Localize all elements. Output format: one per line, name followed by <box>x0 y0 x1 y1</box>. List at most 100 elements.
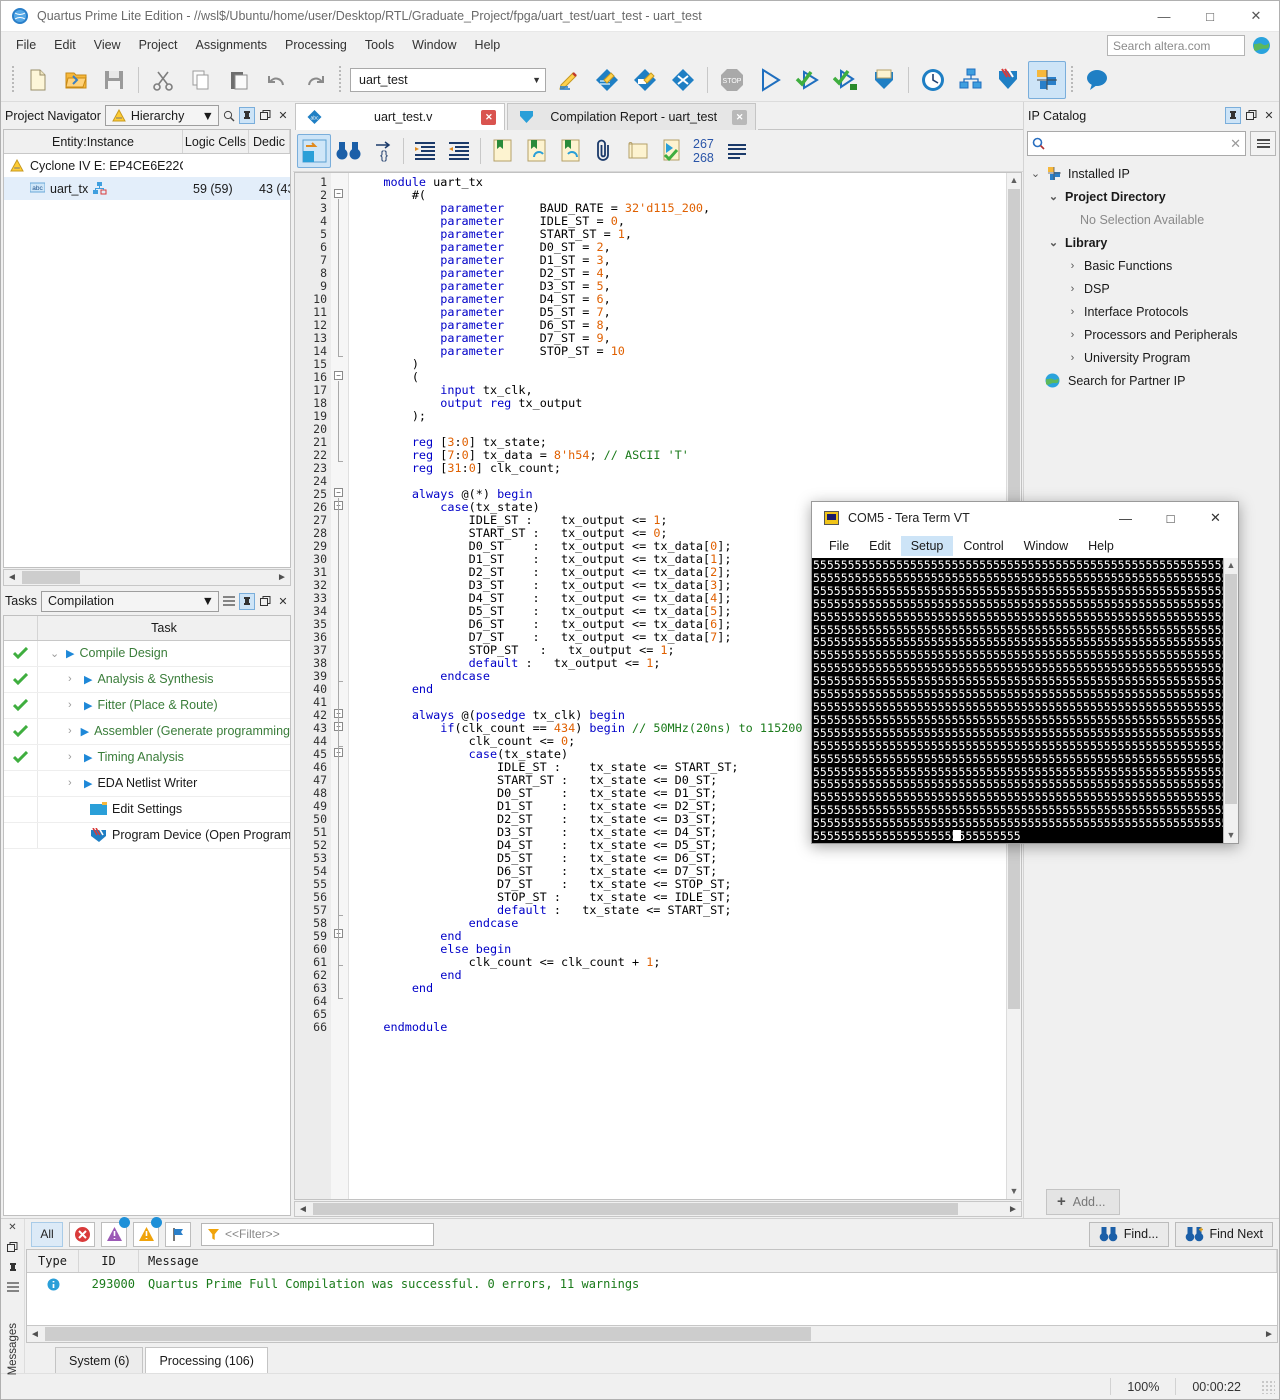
chevron-right-icon[interactable]: › <box>1067 329 1078 341</box>
toolbar-grip-2[interactable] <box>337 65 343 94</box>
clear-search-icon[interactable]: ✕ <box>1230 136 1241 152</box>
filter-info-button[interactable] <box>165 1221 191 1247</box>
tera-term-menu-help[interactable]: Help <box>1078 536 1124 556</box>
fold-box-icon[interactable]: − <box>334 189 343 198</box>
run-task-icon[interactable]: ▶ <box>84 751 92 764</box>
find-binoculars-icon[interactable] <box>331 134 365 168</box>
scroll-left-icon[interactable]: ◄ <box>4 572 20 583</box>
timing-analyzer-icon[interactable] <box>914 61 952 99</box>
pin-icon[interactable] <box>8 1262 18 1273</box>
expander-icon[interactable]: › <box>68 777 79 789</box>
tasks-flow-combo[interactable]: Compilation ▼ <box>40 590 219 612</box>
expander-icon[interactable]: › <box>68 699 79 711</box>
toolbar-grip-3[interactable] <box>1069 65 1075 94</box>
task-row-program-device[interactable]: Program Device (Open Programmer) <box>4 822 290 849</box>
pin-icon[interactable] <box>239 592 255 610</box>
chevron-right-icon[interactable]: › <box>1067 283 1078 295</box>
fold-box-icon[interactable]: − <box>334 488 343 497</box>
maximize-button[interactable]: □ <box>1187 1 1233 32</box>
ip-node-dsp[interactable]: › DSP <box>1024 277 1279 300</box>
copy-icon[interactable] <box>182 61 220 99</box>
ip-node-project-directory[interactable]: ⌄ Project Directory <box>1024 185 1279 208</box>
cut-icon[interactable] <box>144 61 182 99</box>
column-entity-instance[interactable]: Entity:Instance <box>4 130 183 153</box>
messages-filter-input[interactable]: <<Filter>> <box>201 1222 434 1246</box>
run-task-icon[interactable]: ▶ <box>84 777 92 790</box>
messages-hscrollbar[interactable]: ◄ ► <box>27 1325 1277 1342</box>
column-task[interactable]: Task <box>38 621 290 635</box>
chevron-down-icon[interactable]: ⌄ <box>1030 167 1041 180</box>
ip-search-input[interactable] <box>1050 135 1226 152</box>
close-tab-icon[interactable]: ✕ <box>732 109 748 125</box>
pin-icon[interactable] <box>239 107 255 124</box>
menu-file[interactable]: File <box>7 34 45 56</box>
run-task-icon[interactable]: ▶ <box>66 647 74 660</box>
close-tab-icon[interactable]: ✕ <box>481 109 497 125</box>
scroll-left-icon[interactable]: ◄ <box>27 1329 43 1340</box>
code-folding-column[interactable]: − − − − − − − <box>331 173 349 1199</box>
find-button[interactable]: Find... <box>1088 1221 1169 1247</box>
ip-node-library[interactable]: ⌄ Library <box>1024 231 1279 254</box>
menu-tools[interactable]: Tools <box>356 34 403 56</box>
ip-node-university-program[interactable]: › University Program <box>1024 346 1279 369</box>
assignment-editor-icon[interactable] <box>588 61 626 99</box>
assembler-icon[interactable] <box>865 61 903 99</box>
task-row-analysis-synthesis[interactable]: › ▶ Analysis & Synthesis <box>4 666 290 693</box>
tasks-menu-icon[interactable] <box>221 593 237 610</box>
undock-icon[interactable] <box>257 593 273 610</box>
close-panel-icon[interactable]: ✕ <box>275 107 291 124</box>
tera-term-menu-setup[interactable]: Setup <box>900 536 954 556</box>
expander-icon[interactable]: › <box>68 673 79 685</box>
prev-bookmark-icon[interactable] <box>553 134 587 168</box>
open-project-icon[interactable] <box>57 61 95 99</box>
increase-indent-icon[interactable] <box>408 134 442 168</box>
tera-term-minimize-button[interactable]: — <box>1103 502 1148 534</box>
task-row-fitter[interactable]: › ▶ Fitter (Place & Route) <box>4 692 290 719</box>
schematic-view-icon[interactable] <box>297 133 331 168</box>
scroll-down-icon[interactable]: ▼ <box>1007 1184 1021 1199</box>
netlist-viewer-icon[interactable] <box>952 61 990 99</box>
expander-icon[interactable]: › <box>68 751 79 763</box>
ip-catalog-menu-button[interactable] <box>1250 131 1276 156</box>
filter-all-button[interactable]: All <box>31 1221 63 1247</box>
start-compilation-icon[interactable] <box>751 61 789 99</box>
expander-icon[interactable]: ⌄ <box>50 647 61 660</box>
menu-help[interactable]: Help <box>466 34 510 56</box>
tera-term-menu-file[interactable]: File <box>819 536 859 556</box>
chevron-right-icon[interactable]: › <box>1067 352 1078 364</box>
expander-icon[interactable]: › <box>68 725 76 737</box>
paste-icon[interactable] <box>220 61 258 99</box>
scroll-document-icon[interactable] <box>621 134 655 168</box>
find-next-button[interactable]: Find Next <box>1174 1221 1273 1247</box>
filter-errors-button[interactable] <box>69 1221 95 1247</box>
column-logic-cells[interactable]: Logic Cells <box>183 130 249 153</box>
column-type[interactable]: Type <box>27 1250 79 1272</box>
project-revision-combo[interactable]: uart_test ▼ <box>350 67 546 92</box>
column-message[interactable]: Message <box>139 1250 1277 1272</box>
scroll-up-icon[interactable]: ▲ <box>1224 558 1238 573</box>
menu-edit[interactable]: Edit <box>45 34 85 56</box>
settings-icon[interactable] <box>550 61 588 99</box>
line-wrap-icon[interactable] <box>720 134 754 168</box>
chevron-down-icon[interactable]: ⌄ <box>1048 190 1059 203</box>
tera-term-terminal[interactable]: 5555555555555555555555555555555555555555… <box>812 558 1238 843</box>
tab-system-messages[interactable]: System (6) <box>55 1347 144 1373</box>
fitter-icon[interactable] <box>827 61 865 99</box>
chevron-down-icon[interactable]: ⌄ <box>1048 236 1059 249</box>
tera-term-menu-edit[interactable]: Edit <box>859 536 901 556</box>
undock-icon[interactable] <box>1243 107 1259 124</box>
search-icon[interactable] <box>221 107 237 124</box>
tera-term-window[interactable]: COM5 - Tera Term VT — □ ✕ File Edit Setu… <box>811 501 1239 844</box>
scroll-up-icon[interactable]: ▲ <box>1007 173 1021 188</box>
undock-icon[interactable] <box>7 1242 18 1253</box>
save-icon[interactable] <box>95 61 133 99</box>
undo-icon[interactable] <box>258 61 296 99</box>
task-row-assembler[interactable]: › ▶ Assembler (Generate programming <box>4 718 290 745</box>
next-bookmark-icon[interactable] <box>519 134 553 168</box>
ip-node-installed-ip[interactable]: ⌄ Installed IP <box>1024 162 1279 185</box>
resize-grip-icon[interactable] <box>1261 1379 1275 1394</box>
table-row[interactable]: 293000 Quartus Prime Full Compilation wa… <box>27 1273 1277 1295</box>
tera-term-menu-control[interactable]: Control <box>953 536 1013 556</box>
add-ip-button[interactable]: + Add... <box>1046 1188 1121 1215</box>
braces-icon[interactable]: {} <box>365 134 399 168</box>
